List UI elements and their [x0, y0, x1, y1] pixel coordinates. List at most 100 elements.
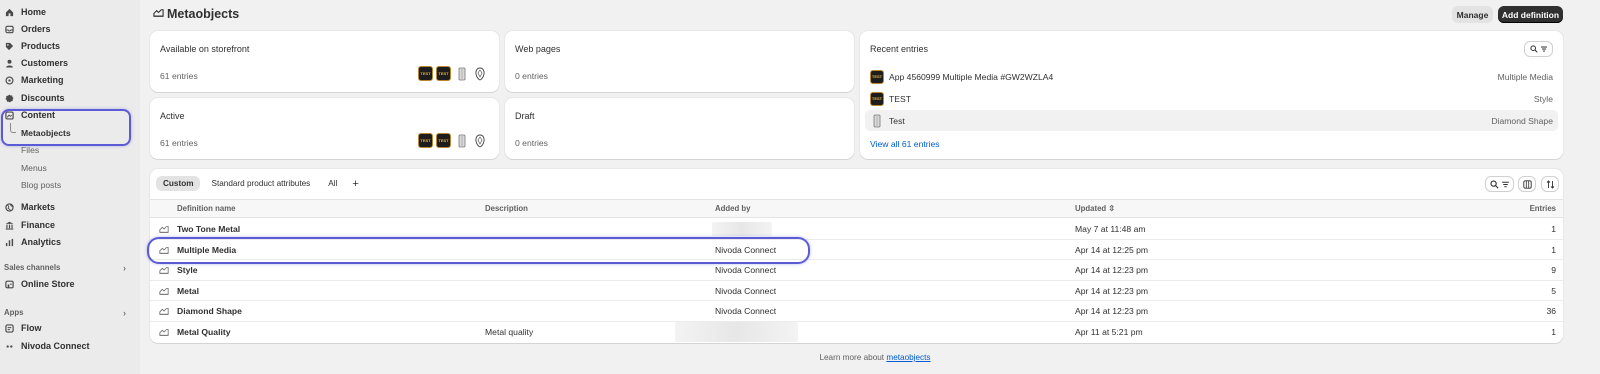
row-entries: 36: [1546, 306, 1556, 316]
sidebar-item-customers[interactable]: Customers: [4, 55, 134, 71]
diamond-shape-icon: [472, 66, 487, 81]
footer-help: Learn more about metaobjects: [0, 353, 1600, 362]
sidebar-item-products[interactable]: Products: [4, 38, 134, 54]
sidebar-item-label: Discounts: [21, 93, 65, 103]
sidebar-item-discounts[interactable]: Discounts: [4, 90, 134, 106]
test-thumbnail: TEST: [436, 133, 451, 148]
multiple-media-highlight-annotation: [147, 237, 810, 264]
sales-channels-label: Sales channels: [4, 263, 61, 272]
sidebar-item-label: Products: [21, 41, 61, 51]
metal-bar-icon: [454, 66, 469, 81]
row-entries: 5: [1551, 285, 1556, 296]
discount-icon: [4, 93, 14, 103]
card-entries: 61 entries: [160, 138, 198, 148]
recent-entry-row[interactable]: TEST TEST Style: [865, 88, 1558, 109]
search-filter-button[interactable]: [1524, 41, 1553, 57]
sidebar-item-flow[interactable]: Flow: [4, 320, 134, 336]
table-row[interactable]: Metal Quality Metal quality Apr 11 at 5:…: [150, 321, 1563, 343]
home-icon: [4, 7, 14, 17]
chart-icon: [4, 237, 14, 247]
redacted-added-by: [675, 321, 798, 342]
sidebar-item-home[interactable]: Home: [4, 4, 134, 20]
col-description[interactable]: Description: [485, 204, 528, 213]
col-updated[interactable]: Updated ⇳: [1075, 204, 1115, 213]
recent-entry-row[interactable]: Test Diamond Shape: [865, 110, 1558, 131]
metaobject-icon: [159, 286, 169, 296]
active-card[interactable]: Active 61 entries TEST TEST: [150, 98, 499, 159]
sidebar-item-markets[interactable]: Markets: [4, 199, 134, 215]
row-description: Metal quality: [485, 326, 534, 337]
add-view-button[interactable]: +: [348, 176, 362, 191]
sidebar-item-label: Marketing: [21, 75, 64, 85]
columns-icon: [1522, 179, 1532, 189]
table-row[interactable]: Diamond Shape Nivoda Connect Apr 14 at 1…: [150, 301, 1563, 322]
page-title-text: Metaobjects: [167, 7, 240, 21]
recent-entry-type: Diamond Shape: [1491, 115, 1553, 126]
sidebar-item-orders[interactable]: Orders: [4, 21, 134, 37]
manage-button[interactable]: Manage: [1452, 6, 1493, 23]
sort-button[interactable]: [1541, 176, 1559, 192]
draft-card[interactable]: Draft 0 entries: [505, 98, 854, 159]
tab-custom[interactable]: Custom: [156, 176, 201, 191]
recent-entry-row[interactable]: TEST App 4560999 Multiple Media #GW2WZLA…: [865, 66, 1558, 87]
row-updated: Apr 11 at 5:21 pm: [1075, 326, 1143, 337]
sidebar-item-analytics[interactable]: Analytics: [4, 234, 134, 250]
search-filter-button[interactable]: [1485, 176, 1514, 192]
row-entries: 1: [1551, 224, 1556, 234]
sidebar-subitem-menus[interactable]: Menus: [21, 161, 47, 175]
test-thumbnail: TEST: [418, 133, 433, 148]
table-row[interactable]: Metal Nivoda Connect Apr 14 at 12:23 pm …: [150, 281, 1563, 301]
recent-entry-type: Multiple Media: [1497, 71, 1553, 82]
definition-tabs: Custom Standard product attributes All +: [156, 176, 363, 191]
inbox-icon: [4, 24, 14, 34]
columns-button[interactable]: [1518, 176, 1536, 192]
view-all-entries-link[interactable]: View all 61 entries: [870, 139, 940, 149]
sort-arrows-icon: ⇳: [1108, 204, 1115, 213]
tag-icon: [4, 41, 14, 51]
card-title: Web pages: [515, 44, 561, 54]
row-entries: 1: [1551, 326, 1556, 337]
sidebar-item-label: Customers: [21, 58, 69, 68]
entry-thumbnails: TEST TEST: [418, 133, 487, 148]
nivoda-icon: [4, 341, 14, 351]
metal-bar-icon: [454, 133, 469, 148]
diamond-shape-icon: [472, 133, 487, 148]
test-thumbnail: TEST: [870, 69, 884, 84]
col-added-by[interactable]: Added by: [715, 204, 751, 213]
apps-heading[interactable]: Apps ›: [4, 308, 126, 318]
row-updated: Apr 14 at 12:25 pm: [1075, 244, 1149, 255]
chevron-right-icon: ›: [123, 263, 126, 273]
storefront-card[interactable]: Available on storefront 61 entries TEST …: [150, 31, 499, 92]
test-thumbnail: TEST: [870, 91, 884, 106]
flow-icon: [4, 323, 14, 333]
col-definition-name[interactable]: Definition name: [177, 204, 235, 213]
add-definition-button[interactable]: Add definition: [1498, 6, 1563, 23]
row-entries: 1: [1551, 244, 1556, 255]
sidebar-item-label: Finance: [21, 220, 56, 230]
sidebar-item-label: Home: [21, 7, 47, 17]
row-updated: Apr 14 at 12:23 pm: [1075, 265, 1149, 275]
card-title: Draft: [515, 111, 535, 121]
chevron-right-icon: ›: [123, 308, 126, 318]
sidebar-item-finance[interactable]: Finance: [4, 217, 134, 233]
row-added-by: Nivoda Connect: [715, 306, 777, 316]
sidebar-item-nivoda-connect[interactable]: Nivoda Connect: [4, 338, 134, 354]
person-icon: [4, 58, 14, 68]
target-icon: [4, 75, 14, 85]
metaobjects-help-link[interactable]: metaobjects: [886, 353, 930, 362]
sidebar-item-marketing[interactable]: Marketing: [4, 72, 134, 88]
globe-icon: [4, 202, 14, 212]
tab-all[interactable]: All: [321, 176, 344, 191]
row-added-by: Nivoda Connect: [715, 285, 777, 296]
card-entries: 0 entries: [515, 71, 548, 81]
sidebar-subitem-blog-posts[interactable]: Blog posts: [21, 178, 61, 192]
tab-standard-product-attributes[interactable]: Standard product attributes: [204, 176, 317, 191]
sidebar-item-online-store[interactable]: Online Store: [4, 276, 134, 292]
filter-icon: [1540, 46, 1547, 52]
metaobject-icon: [159, 327, 169, 337]
sales-channels-heading[interactable]: Sales channels ›: [4, 263, 126, 273]
col-entries[interactable]: Entries: [1530, 204, 1556, 213]
web-pages-card[interactable]: Web pages 0 entries: [505, 31, 854, 92]
footer-text: Learn more about: [819, 353, 887, 362]
sidebar-item-label: Markets: [21, 202, 56, 212]
